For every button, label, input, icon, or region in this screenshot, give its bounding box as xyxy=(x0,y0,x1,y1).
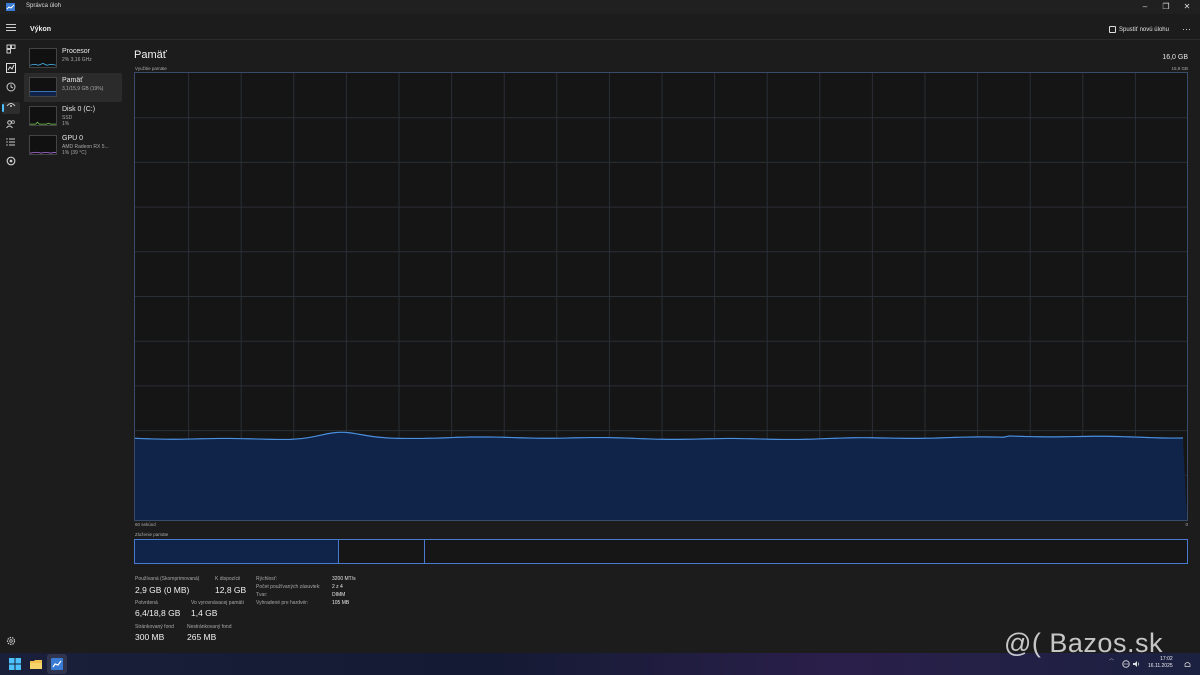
close-button[interactable]: ✕ xyxy=(1177,2,1197,12)
memory-composition-bar xyxy=(134,539,1188,564)
task-manager-icon xyxy=(6,3,15,11)
details-icon[interactable] xyxy=(6,137,16,147)
processes-icon[interactable] xyxy=(6,44,16,54)
resource-detail-2: 1% xyxy=(62,121,70,127)
available-label: K dispozícii xyxy=(215,576,241,582)
resource-item-processor[interactable]: Procesor 2% 3,16 GHz xyxy=(24,44,122,73)
available-value: 12,8 GB xyxy=(215,585,247,595)
title-bar: Správca úloh – ❐ ✕ xyxy=(0,0,1200,14)
memory-usage-area xyxy=(135,432,1187,520)
window-title: Správca úloh xyxy=(26,3,62,9)
more-options-button[interactable]: ··· xyxy=(1182,24,1191,34)
minimize-button[interactable]: – xyxy=(1135,2,1155,12)
performance-icon[interactable] xyxy=(6,63,16,73)
composition-modified xyxy=(339,540,425,563)
paged-pool-value: 300 MB xyxy=(135,632,165,642)
clock-date: 16.11.2025 xyxy=(1148,663,1173,669)
navigation-rail xyxy=(0,40,22,653)
header: Výkon Spustiť novú úlohu ··· xyxy=(0,14,1200,40)
speed-value: 3200 MT/s xyxy=(332,576,356,582)
startup-apps-icon[interactable] xyxy=(6,100,16,110)
usage-graph-label: Využitie pamäte xyxy=(135,66,167,71)
memory-thumbnail-graph xyxy=(29,77,57,97)
usage-graph-max: 15,9 GB xyxy=(1171,66,1188,71)
total-memory: 16,0 GB xyxy=(1162,54,1188,61)
clock-time: 17:02 xyxy=(1160,656,1173,662)
gpu-thumbnail-graph xyxy=(29,135,57,155)
resource-title: Pamäť xyxy=(134,49,167,61)
nonpaged-pool-label: Nestránkovaný fond xyxy=(187,624,232,630)
composition-in-use xyxy=(135,540,339,563)
processor-thumbnail-graph xyxy=(29,48,57,68)
file-explorer-icon[interactable] xyxy=(30,658,42,670)
restore-button[interactable]: ❐ xyxy=(1156,2,1176,12)
run-new-task-button[interactable]: Spustiť novú úlohu xyxy=(1109,26,1169,33)
disk-thumbnail-graph xyxy=(29,106,57,126)
form-factor-label: Tvar: xyxy=(256,592,268,598)
resource-detail: 2% 3,16 GHz xyxy=(62,57,92,63)
paged-pool-label: Stránkovaný fond xyxy=(135,624,174,630)
app-history-icon[interactable] xyxy=(6,82,16,92)
resource-name: Procesor xyxy=(62,48,91,55)
composition-label: Zloženie pamäte xyxy=(135,532,169,537)
nonpaged-pool-value: 265 MB xyxy=(187,632,217,642)
resource-item-memory[interactable]: Pamäť 3,1/15,9 GB (19%) xyxy=(24,73,122,102)
page-title: Výkon xyxy=(30,26,52,33)
task-manager-taskbar-icon[interactable] xyxy=(51,658,63,670)
resource-name: GPU 0 xyxy=(62,135,84,142)
graph-time-end: 0 xyxy=(1185,522,1188,527)
committed-value: 6,4/18,8 GB xyxy=(135,608,181,618)
hardware-reserved-value: 105 MB xyxy=(332,600,350,606)
task-manager-window: Správca úloh – ❐ ✕ Výkon Spustiť novú úl… xyxy=(0,0,1200,653)
run-new-task-label: Spustiť novú úlohu xyxy=(1119,26,1169,33)
slots-label: Počet používaných zásuviek: xyxy=(256,584,321,590)
graph-time-label: 60 sekúnd xyxy=(135,522,156,527)
notification-bell-icon[interactable] xyxy=(1184,661,1191,668)
memory-usage-graph xyxy=(134,72,1188,521)
resource-name: Disk 0 (C:) xyxy=(62,106,96,113)
hamburger-menu-icon[interactable] xyxy=(6,24,16,32)
committed-label: Potvrdená xyxy=(135,600,158,606)
cached-label: Vo vyrovnávacej pamäti xyxy=(191,600,244,606)
services-icon[interactable] xyxy=(6,156,16,166)
speed-label: Rýchlosť: xyxy=(256,576,278,582)
resource-name: Pamäť xyxy=(62,77,83,84)
clock[interactable]: 17:02 16.11.2025 xyxy=(1148,656,1173,670)
slots-value: 2 z 4 xyxy=(332,584,343,590)
rail-active-indicator xyxy=(2,104,4,112)
users-icon[interactable] xyxy=(6,119,16,129)
start-windows-icon[interactable] xyxy=(9,658,21,670)
network-icon[interactable] xyxy=(1122,660,1130,668)
in-use-label: Používaná (Skomprimovaná) xyxy=(135,576,200,582)
settings-gear-icon[interactable] xyxy=(6,636,16,646)
resource-detail: 3,1/15,9 GB (19%) xyxy=(62,86,104,92)
bazos-watermark: @( Bazos.sk xyxy=(1004,628,1163,658)
new-task-icon xyxy=(1109,26,1116,33)
tray-overflow-icon[interactable]: ︿ xyxy=(1109,655,1114,662)
resource-item-gpu[interactable]: GPU 0 AMD Radeon RX 5... 1% (39 °C) xyxy=(24,131,122,160)
resource-detail-2: 1% (39 °C) xyxy=(62,150,87,156)
volume-icon[interactable] xyxy=(1133,660,1141,668)
resource-list: Procesor 2% 3,16 GHz Pamäť 3,1/15,9 GB (… xyxy=(24,44,122,160)
in-use-value: 2,9 GB (0 MB) xyxy=(135,585,190,595)
form-factor-value: DIMM xyxy=(332,592,346,598)
resource-item-disk[interactable]: Disk 0 (C:) SSD 1% xyxy=(24,102,122,131)
cached-value: 1,4 GB xyxy=(191,608,218,618)
hardware-reserved-label: Vyhradené pre hardvér: xyxy=(256,600,309,606)
